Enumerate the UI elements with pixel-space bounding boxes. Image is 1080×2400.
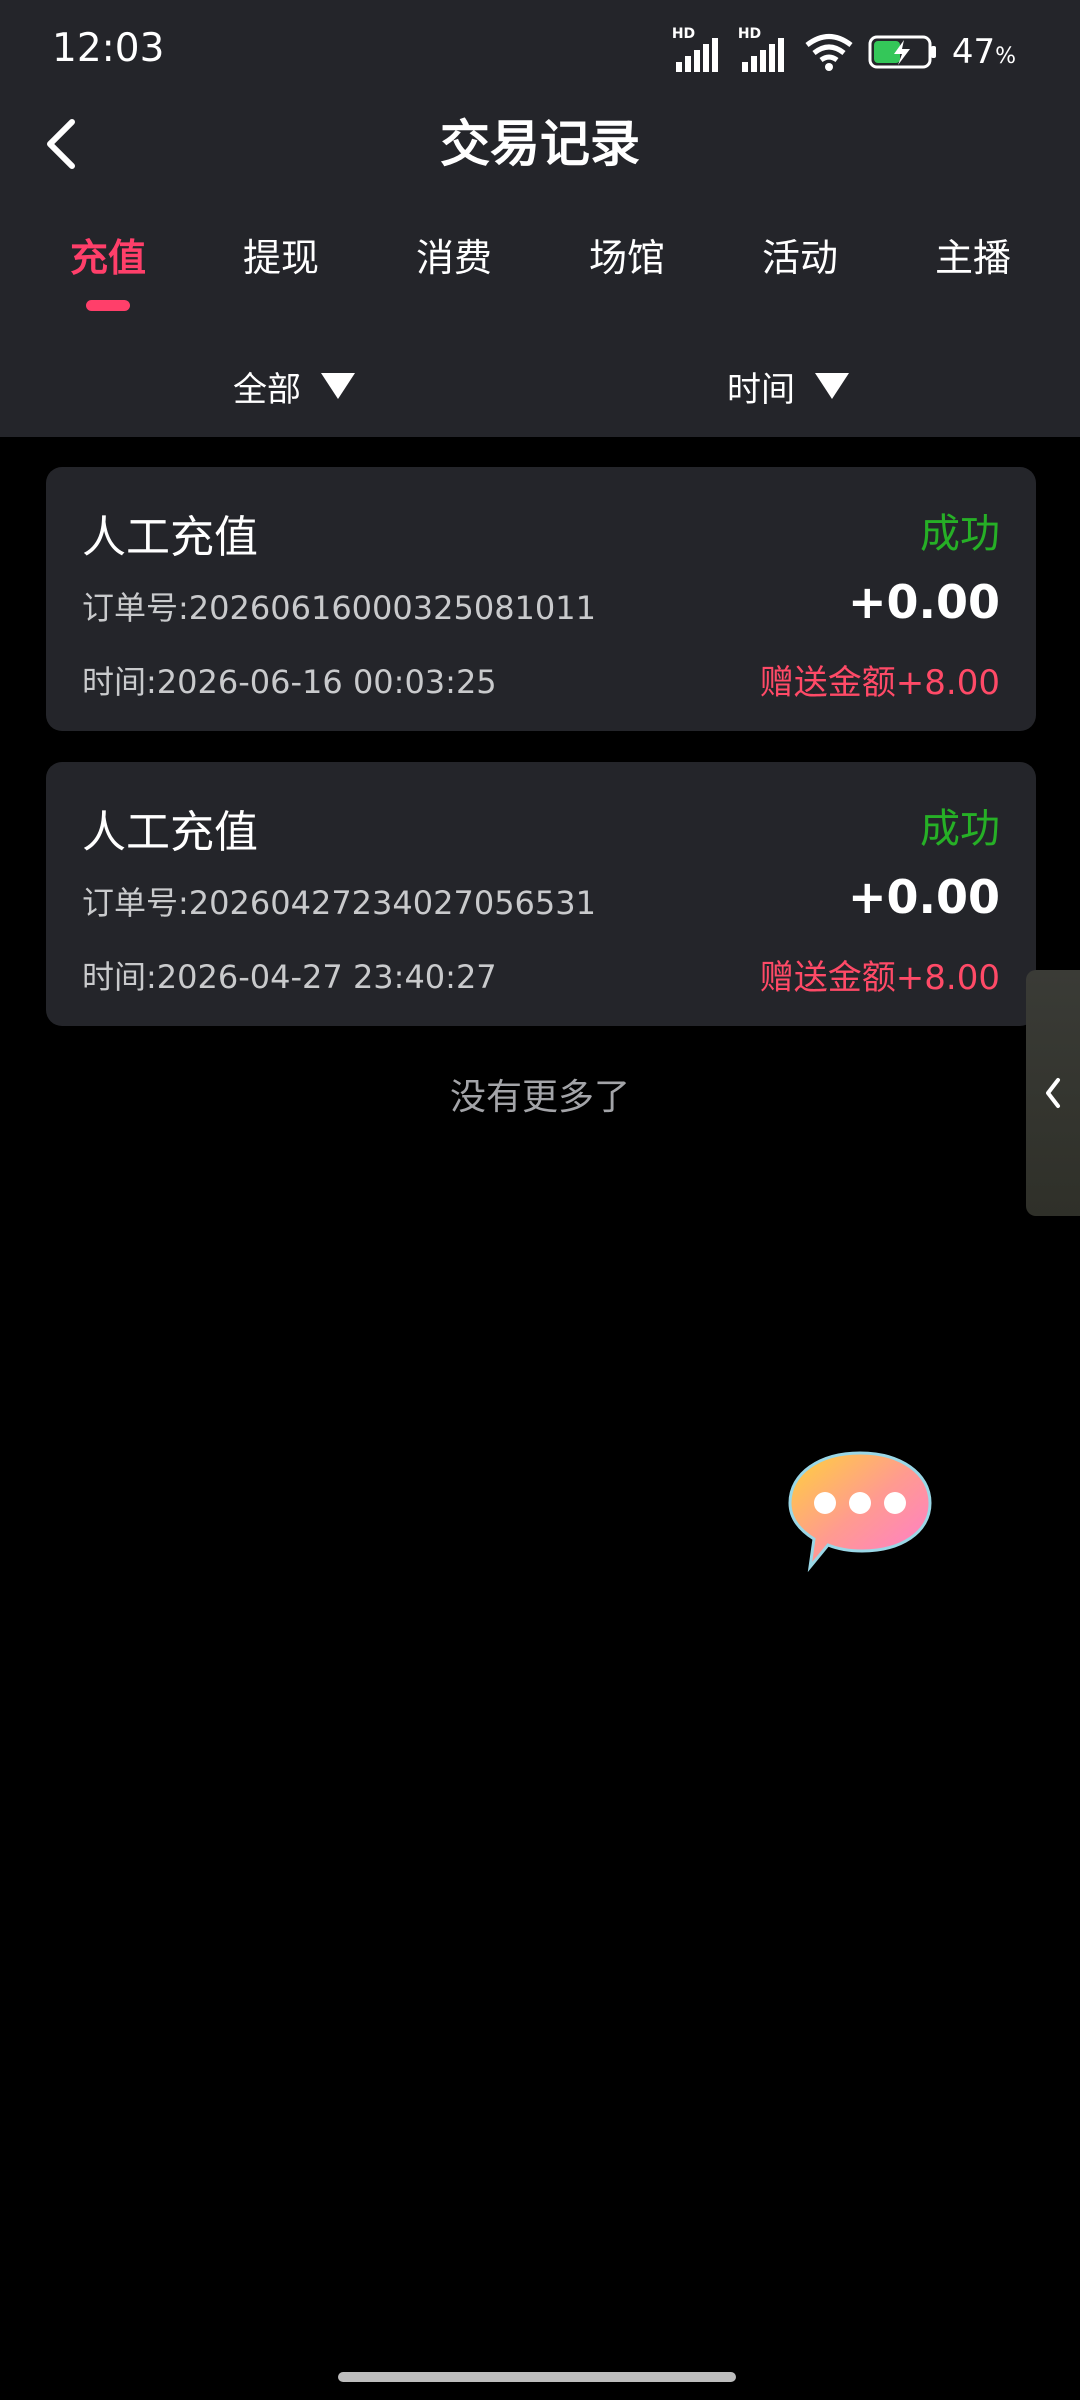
- record-status: 成功: [920, 511, 1000, 557]
- active-tab-indicator: [86, 300, 130, 311]
- record-time: 时间:2026-04-27 23:40:27: [82, 958, 497, 996]
- category-filter[interactable]: 全部: [233, 356, 355, 416]
- category-filter-label: 全部: [233, 369, 301, 410]
- tab-withdraw[interactable]: 提现: [221, 222, 341, 294]
- battery-charging-icon: [868, 35, 936, 69]
- record-type: 人工充值: [82, 807, 258, 858]
- wifi-icon: [805, 34, 853, 71]
- list-end-text: 没有更多了: [449, 1077, 630, 1118]
- time-filter[interactable]: 时间: [727, 356, 849, 416]
- record-amount: +0.00: [847, 870, 1000, 924]
- tab-venue[interactable]: 场馆: [567, 222, 687, 294]
- tab-host[interactable]: 主播: [913, 222, 1033, 294]
- record-status: 成功: [920, 806, 1000, 852]
- signal-icon: HD: [672, 26, 724, 72]
- record-order-number: 订单号:20260427234027056531: [82, 884, 596, 922]
- status-icons: HD HD 47%: [672, 26, 1016, 78]
- record-type: 人工充值: [82, 512, 258, 563]
- battery-percent: 47%: [951, 32, 1016, 72]
- side-drawer-handle[interactable]: [1026, 970, 1080, 1216]
- tab-bar: 充值 提现 消费 场馆 活动 主播: [0, 222, 1080, 312]
- chat-bubble-icon[interactable]: [780, 1445, 940, 1575]
- record-card[interactable]: 人工充值 成功 订单号:20260427234027056531 +0.00 时…: [46, 762, 1036, 1026]
- home-indicator[interactable]: [338, 2372, 736, 2382]
- record-card[interactable]: 人工充值 成功 订单号:20260616000325081011 +0.00 时…: [46, 467, 1036, 731]
- triangle-down-icon: [321, 373, 355, 399]
- chevron-left-icon: [1046, 1078, 1060, 1108]
- status-time: 12:03: [52, 26, 165, 71]
- record-bonus: 赠送金额+8.00: [759, 663, 1000, 703]
- tab-activity[interactable]: 活动: [740, 222, 860, 294]
- record-time: 时间:2026-06-16 00:03:25: [82, 663, 497, 701]
- tab-recharge[interactable]: 充值: [48, 222, 168, 294]
- triangle-down-icon: [815, 373, 849, 399]
- page-title: 交易记录: [440, 115, 640, 173]
- tab-consume[interactable]: 消费: [394, 222, 514, 294]
- record-bonus: 赠送金额+8.00: [759, 958, 1000, 998]
- time-filter-label: 时间: [727, 369, 795, 410]
- record-amount: +0.00: [847, 575, 1000, 629]
- record-order-number: 订单号:20260616000325081011: [82, 589, 596, 627]
- signal-icon: HD: [738, 26, 790, 72]
